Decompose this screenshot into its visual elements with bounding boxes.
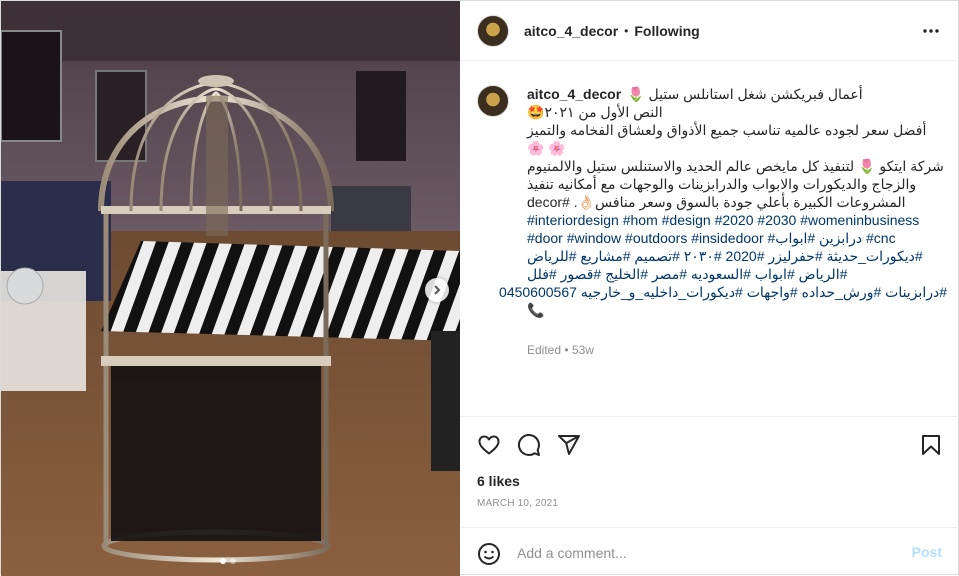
author-avatar[interactable]: [477, 14, 509, 47]
hashtag-line-3[interactable]: #ديكورات_حديثة #حفرليزر #2020 #٢٠٣٠ #تصم…: [527, 247, 947, 265]
header-separator: •: [624, 23, 629, 38]
carousel-dot-1: [220, 558, 226, 564]
post-image[interactable]: [1, 1, 460, 576]
share-icon[interactable]: [557, 433, 581, 457]
bird-cage-chair-photo: [1, 1, 460, 576]
author-username[interactable]: aitco_4_decor: [524, 23, 618, 39]
more-horizontal-icon[interactable]: [921, 21, 941, 41]
bookmark-icon[interactable]: [919, 433, 943, 457]
meta-separator: •: [564, 343, 569, 357]
carousel-indicator: [220, 558, 236, 564]
caption-line-4: 🌸 🌸: [527, 140, 566, 156]
hashtag-line-4[interactable]: #الرياض #ابواب #السعوديه #مصر #الخليج #ق…: [527, 265, 947, 283]
caption-avatar[interactable]: [477, 85, 509, 117]
post-age[interactable]: 53w: [572, 343, 594, 357]
post-sidebar: aitco_4_decor • Following aitco_4_decor …: [461, 1, 959, 576]
hashtag-line-2[interactable]: #door #window #outdoors #insidedoor #درا…: [527, 229, 947, 247]
following-button[interactable]: Following: [634, 23, 699, 39]
caption-phone-emoji: 📞: [527, 302, 545, 318]
comment-bar: Post: [461, 527, 959, 576]
caption-line-6: والزجاج والديكورات والابواب والدرابزينات…: [527, 176, 917, 192]
caption-line-3: أفضل سعر لجوده عالميه تناسب جميع الأذواق…: [527, 122, 927, 138]
heart-icon[interactable]: [477, 433, 501, 457]
hashtag-line-5[interactable]: #درابزينات #ورش_حداده #واجهات #ديكورات_د…: [499, 283, 947, 301]
post-header: aitco_4_decor • Following: [461, 1, 959, 61]
next-slide-button[interactable]: [425, 278, 449, 302]
post-caption: aitco_4_decor أعمال فبريكشن شغل استانلس …: [477, 85, 947, 415]
action-bar: [461, 416, 959, 472]
post-date[interactable]: MARCH 10, 2021: [477, 498, 558, 509]
chevron-right-icon: [434, 285, 441, 295]
caption-meta: Edited • 53w: [527, 341, 947, 359]
post-comment-button[interactable]: Post: [912, 544, 942, 560]
post-dialog: aitco_4_decor • Following aitco_4_decor …: [0, 0, 959, 576]
emoji-icon[interactable]: [477, 542, 501, 566]
caption-line-5: شركة ايتكو 🌷 لتنفيذ كل مايخص عالم الحديد…: [527, 158, 944, 174]
carousel-dot-2: [230, 558, 236, 564]
hashtag-line-1[interactable]: #interiordesign #hom #design #2020 #2030…: [527, 211, 947, 229]
likes-count[interactable]: 6 likes: [477, 473, 520, 489]
caption-line-2: النص الأول من ٢٠٢١🤩: [527, 104, 663, 120]
edited-label: Edited: [527, 343, 562, 357]
caption-line-7: المشروعات الكبيرة بأعلي جودة بالسوق وسعر…: [527, 194, 906, 210]
comment-input[interactable]: [517, 542, 897, 564]
comment-icon[interactable]: [517, 433, 541, 457]
caption-line-1: أعمال فبريكشن شغل استانلس ستيل 🌷: [627, 86, 863, 102]
caption-username[interactable]: aitco_4_decor: [527, 85, 621, 103]
